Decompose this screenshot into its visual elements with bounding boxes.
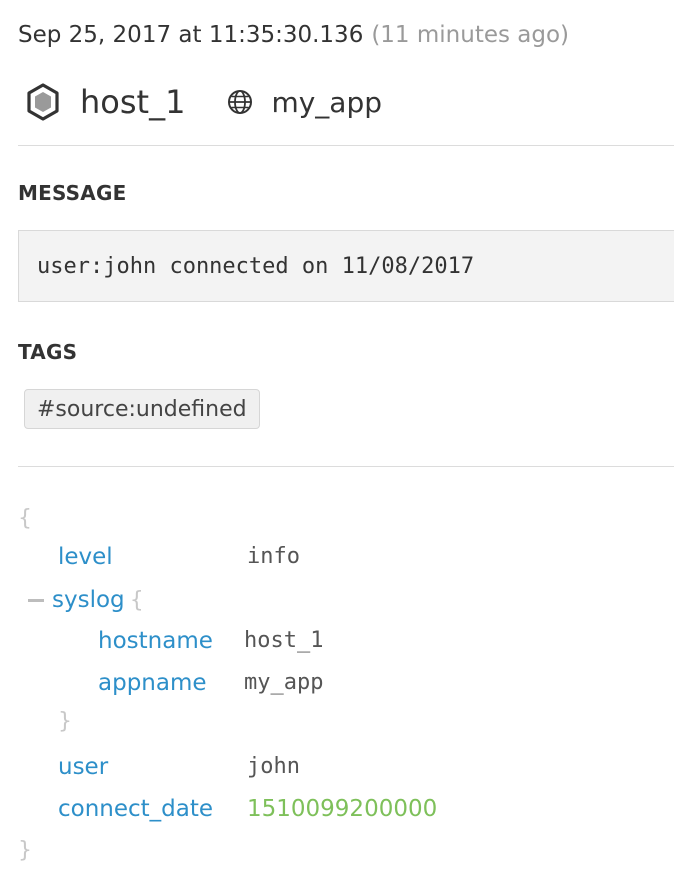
message-section-title: MESSAGE xyxy=(18,181,127,205)
json-close-brace: } xyxy=(18,838,32,863)
timestamp-text: Sep 25, 2017 at 11:35:30.136 xyxy=(18,22,364,48)
log-timestamp: Sep 25, 2017 at 11:35:30.136 (11 minutes … xyxy=(18,20,569,50)
json-key-connect-date: connect_date xyxy=(58,796,214,822)
json-key-hostname: hostname xyxy=(98,628,213,654)
tags-section-title: TAGS xyxy=(18,340,78,364)
host-link[interactable]: host_1 xyxy=(80,83,185,121)
json-row-level: level info xyxy=(58,541,458,573)
host-service-line: host_1 my_app xyxy=(26,82,382,122)
json-value-level: info xyxy=(247,544,300,569)
json-row-connect-date: connect_date 1510099200000 xyxy=(58,793,478,825)
json-value-user: john xyxy=(247,754,300,779)
json-value-appname: my_app xyxy=(244,670,324,695)
json-row-syslog[interactable]: syslog { xyxy=(28,584,144,616)
json-row-appname: appname my_app xyxy=(98,667,498,699)
hexagon-icon xyxy=(26,83,60,121)
json-open-brace: { xyxy=(18,506,32,531)
json-key-level: level xyxy=(58,544,113,570)
json-row-user: user john xyxy=(58,751,458,783)
tags-divider xyxy=(18,466,674,467)
syslog-open-brace: { xyxy=(129,588,144,613)
json-row-hostname: hostname host_1 xyxy=(98,625,498,657)
globe-icon xyxy=(227,89,253,115)
json-key-user: user xyxy=(58,754,109,780)
message-box: user:john connected on 11/08/2017 xyxy=(18,230,674,302)
collapse-minus-icon[interactable] xyxy=(28,599,44,602)
json-key-syslog: syslog xyxy=(52,587,125,613)
syslog-close-brace: } xyxy=(58,709,72,734)
header-divider xyxy=(18,145,674,146)
json-value-connect-date: 1510099200000 xyxy=(247,796,438,822)
relative-time: (11 minutes ago) xyxy=(371,22,570,48)
json-value-hostname: host_1 xyxy=(244,628,324,653)
service-link[interactable]: my_app xyxy=(271,86,382,119)
json-key-appname: appname xyxy=(98,670,207,696)
tag-chip[interactable]: #source:undefined xyxy=(24,389,260,429)
message-text: user:john connected on 11/08/2017 xyxy=(37,253,475,279)
